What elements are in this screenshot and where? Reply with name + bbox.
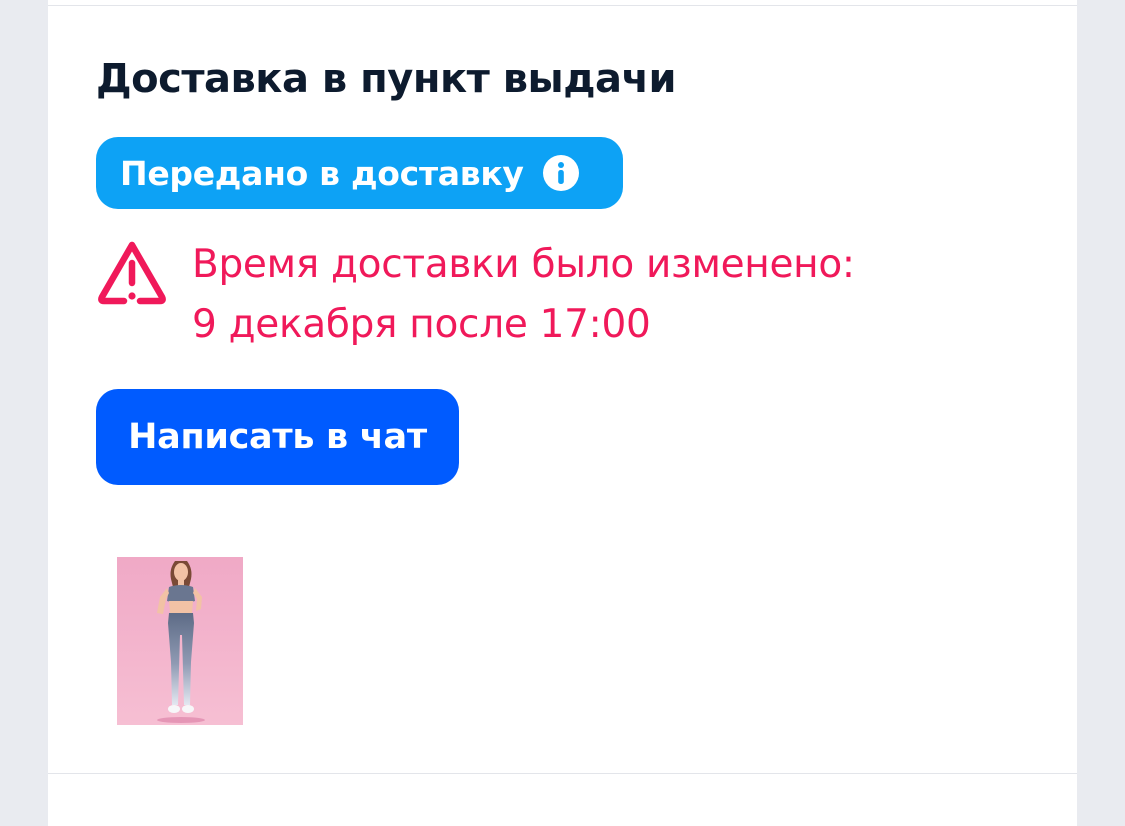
delivery-card: Доставка в пункт выдачи Передано в доста…: [48, 0, 1077, 826]
write-to-chat-button[interactable]: Написать в чат: [96, 389, 459, 485]
info-icon[interactable]: [542, 154, 580, 192]
bottom-divider: [48, 773, 1077, 774]
delivery-status-label: Передано в доставку: [120, 153, 524, 193]
warning-line-1: Время доставки было изменено:: [192, 242, 855, 287]
delivery-time-warning: Время доставки было изменено: 9 декабря …: [96, 235, 996, 355]
product-thumbnail[interactable]: [117, 557, 243, 725]
page: Доставка в пункт выдачи Передано в доста…: [0, 0, 1125, 826]
warning-triangle-icon: [96, 239, 168, 305]
warning-line-2: 9 декабря после 17:00: [192, 302, 651, 347]
top-divider: [48, 5, 1077, 6]
delivery-status-badge[interactable]: Передано в доставку: [96, 137, 623, 209]
warning-text: Время доставки было изменено: 9 декабря …: [192, 235, 855, 355]
delivery-title: Доставка в пункт выдачи: [96, 56, 676, 102]
